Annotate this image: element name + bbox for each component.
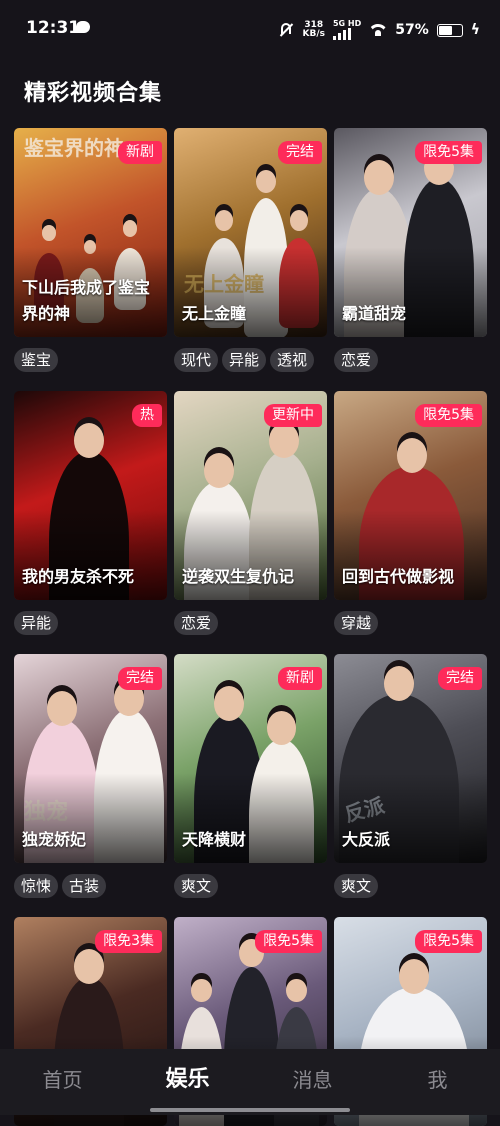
net-speed-unit: KB/s <box>302 29 325 39</box>
video-poster[interactable]: 鉴宝界的神 新剧下山后我成了鉴宝界的神 <box>14 128 167 337</box>
status-badge: 新剧 <box>118 141 162 164</box>
poster-figure-head <box>266 711 297 745</box>
poster-figure-head <box>215 210 233 231</box>
signal-icon <box>332 28 361 40</box>
genre-tag[interactable]: 鉴宝 <box>14 348 59 372</box>
genre-tag[interactable]: 爽文 <box>174 874 219 898</box>
tag-list: 爽文 <box>174 874 327 898</box>
video-card[interactable]: 热我的男友杀不死异能 <box>14 391 167 635</box>
status-badge: 限免5集 <box>255 930 322 953</box>
video-title: 独宠娇妃 <box>22 830 87 849</box>
poster-figure-head <box>269 423 299 458</box>
nav-home[interactable]: 首页 <box>0 1049 125 1115</box>
battery-icon <box>436 23 463 37</box>
tag-list: 爽文 <box>334 874 487 898</box>
nav-entertainment[interactable]: 娱乐 <box>125 1049 250 1115</box>
video-title: 下山后我成了鉴宝界的神 <box>22 278 151 323</box>
poster-figure-head <box>256 170 276 193</box>
poster-figure-head <box>204 453 234 488</box>
genre-tag[interactable]: 惊悚 <box>14 874 59 898</box>
poster-figure-head <box>46 691 77 726</box>
video-card[interactable]: 限免5集霸道甜宠恋爱 <box>334 128 487 372</box>
poster-figure-head <box>399 959 429 994</box>
nav-messages[interactable]: 消息 <box>250 1049 375 1115</box>
tag-list: 现代 异能 透视 <box>174 348 327 372</box>
poster-figure-head <box>364 160 394 195</box>
poster-figure-head <box>191 979 212 1003</box>
status-time: 12:31 <box>26 18 81 38</box>
genre-tag[interactable]: 恋爱 <box>174 611 219 635</box>
tag-list: 惊悚 古装 <box>14 874 167 898</box>
status-bar: 12:31 318 KB/s 5G HD 57% ϟ <box>0 0 500 60</box>
tag-list: 鉴宝 <box>14 348 167 372</box>
tag-list: 穿越 <box>334 611 487 635</box>
genre-tag[interactable]: 穿越 <box>334 611 379 635</box>
video-title: 霸道甜宠 <box>342 304 407 323</box>
video-title: 逆袭双生复仇记 <box>182 567 295 586</box>
status-badge: 限免5集 <box>415 141 482 164</box>
video-poster[interactable]: 新剧天降横财 <box>174 654 327 863</box>
wifi-icon <box>369 23 387 37</box>
poster-figure-head <box>286 979 307 1003</box>
status-badge: 新剧 <box>278 667 322 690</box>
video-card[interactable]: 限免5集回到古代做影视穿越 <box>334 391 487 635</box>
video-title: 回到古代做影视 <box>342 567 455 586</box>
status-badge: 完结 <box>278 141 322 164</box>
video-title: 无上金瞳 <box>182 304 247 323</box>
video-card[interactable]: 无上金瞳完结无上金瞳现代异能透视 <box>174 128 327 372</box>
status-badge: 更新中 <box>264 404 322 427</box>
status-badge: 限免5集 <box>415 930 482 953</box>
video-poster[interactable]: 限免5集回到古代做影视 <box>334 391 487 600</box>
poster-figure-head <box>42 225 56 241</box>
poster-figure-head <box>74 423 104 458</box>
genre-tag[interactable]: 异能 <box>222 348 267 372</box>
tag-list: 恋爱 <box>174 611 327 635</box>
nav-me[interactable]: 我 <box>375 1049 500 1115</box>
video-poster[interactable]: 无上金瞳完结无上金瞳 <box>174 128 327 337</box>
status-badge: 限免5集 <box>415 404 482 427</box>
poster-figure-head <box>122 220 138 237</box>
video-title: 大反派 <box>342 830 391 849</box>
video-title: 天降横财 <box>182 830 247 849</box>
video-poster[interactable]: 限免5集霸道甜宠 <box>334 128 487 337</box>
video-poster[interactable]: 反派完结大反派 <box>334 654 487 863</box>
video-card[interactable]: 独宠完结独宠娇妃惊悚古装 <box>14 654 167 898</box>
video-card[interactable]: 鉴宝界的神 新剧下山后我成了鉴宝界的神鉴宝 <box>14 128 167 372</box>
poster-figure-head <box>74 949 104 984</box>
home-indicator <box>150 1108 350 1112</box>
bottom-nav: 首页 娱乐 消息 我 <box>0 1049 500 1115</box>
page-title: 精彩视频合集 <box>24 81 163 106</box>
video-card[interactable]: 新剧天降横财爽文 <box>174 654 327 898</box>
charging-icon: ϟ <box>470 22 480 38</box>
poster-figure-head <box>290 210 308 231</box>
chat-bubble-icon <box>76 21 90 33</box>
net-speed: 318 KB/s <box>302 21 324 39</box>
battery-percent: 57% <box>395 22 429 38</box>
poster-figure-head <box>384 666 414 701</box>
video-poster[interactable]: 独宠完结独宠娇妃 <box>14 654 167 863</box>
genre-tag[interactable]: 透视 <box>270 348 315 372</box>
genre-tag[interactable]: 异能 <box>14 611 59 635</box>
status-badge: 热 <box>132 404 162 427</box>
video-poster[interactable]: 热我的男友杀不死 <box>14 391 167 600</box>
poster-figure-head <box>214 686 244 721</box>
tag-list: 恋爱 <box>334 348 487 372</box>
network-label: 5G HD <box>332 20 361 40</box>
poster-art-text: 鉴宝界的神 <box>24 136 124 160</box>
poster-figure-head <box>396 438 427 473</box>
status-badge: 完结 <box>438 667 482 690</box>
genre-tag[interactable]: 爽文 <box>334 874 379 898</box>
video-card[interactable]: 更新中逆袭双生复仇记恋爱 <box>174 391 327 635</box>
video-card[interactable]: 反派完结大反派爽文 <box>334 654 487 898</box>
mute-icon <box>278 22 294 38</box>
genre-tag[interactable]: 恋爱 <box>334 348 379 372</box>
status-badge: 限免3集 <box>95 930 162 953</box>
status-badge: 完结 <box>118 667 162 690</box>
video-title: 我的男友杀不死 <box>22 567 135 586</box>
video-poster[interactable]: 更新中逆袭双生复仇记 <box>174 391 327 600</box>
genre-tag[interactable]: 现代 <box>174 348 219 372</box>
genre-tag[interactable]: 古装 <box>62 874 107 898</box>
tag-list: 异能 <box>14 611 167 635</box>
status-icons: 318 KB/s 5G HD 57% ϟ <box>278 18 480 42</box>
